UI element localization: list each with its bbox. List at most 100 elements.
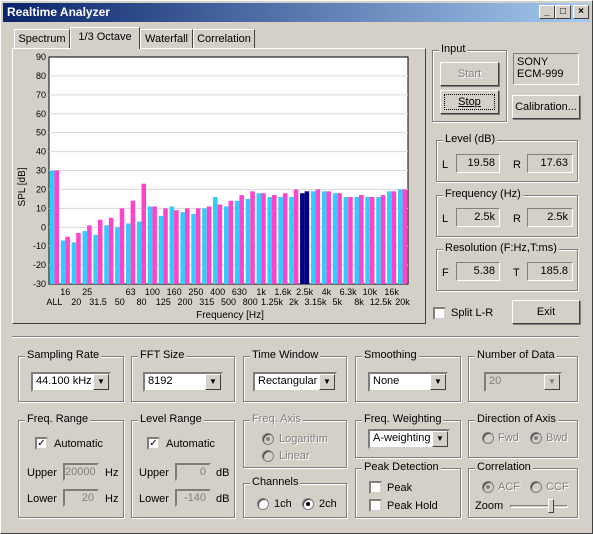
bar-l [223, 206, 229, 284]
x-tick-label: 200 [177, 297, 192, 307]
bar-r [261, 193, 266, 284]
resolution-group-label: Resolution (F:Hz,T:ms) [443, 242, 559, 254]
freq-lower-input: 20 [63, 489, 99, 507]
chevron-down-icon[interactable]: ▼ [319, 374, 335, 390]
bar-r [391, 191, 397, 284]
y-tick-label: 20 [36, 184, 46, 194]
direction-bwd-radio [530, 432, 542, 444]
channels-2ch-radio[interactable] [302, 498, 314, 510]
x-tick-label: 16k [384, 287, 399, 297]
sampling-rate-value: 44.100 kHz [36, 375, 92, 387]
frequency-l-value: 2.5k [456, 208, 500, 227]
channels-1ch-radio[interactable] [257, 498, 269, 510]
bar-r [174, 210, 179, 284]
bar-l [169, 206, 175, 284]
freq-axis-log-radio [262, 433, 274, 445]
split-lr-checkbox[interactable] [433, 307, 446, 320]
check-icon: ✓ [37, 438, 46, 449]
calibration-label: Calibration... [515, 101, 577, 113]
bar-l [289, 196, 294, 284]
exit-label: Exit [536, 306, 556, 318]
bar-l [245, 198, 251, 284]
title-bar[interactable]: Realtime Analyzer [3, 3, 590, 22]
bar-r [195, 208, 201, 284]
bar-r [87, 225, 92, 284]
bar-l [191, 214, 196, 284]
chevron-down-icon: ▼ [544, 374, 560, 390]
freq-upper-unit: Hz [105, 467, 119, 479]
bar-r [97, 219, 103, 284]
freq-range-auto-checkbox[interactable]: ✓ [35, 437, 48, 450]
x-tick-label: 80 [136, 297, 146, 307]
bar-l [343, 196, 349, 284]
x-tick-label: 31.5 [89, 297, 107, 307]
close-button[interactable]: × [573, 5, 589, 19]
zoom-slider-track[interactable] [510, 505, 568, 508]
exit-button[interactable]: Exit [512, 300, 580, 324]
time-window-select[interactable]: Rectangular ▼ [253, 372, 337, 392]
freq-upper-input: 20000 [63, 463, 99, 481]
level-group-label: Level (dB) [443, 133, 498, 145]
smoothing-select[interactable]: None ▼ [368, 372, 448, 392]
correlation-acf-radio [482, 481, 494, 493]
fft-size-select[interactable]: 8192 ▼ [143, 372, 223, 392]
peak-checkbox[interactable] [369, 481, 382, 494]
freq-axis-label: Freq. Axis [250, 413, 303, 425]
frequency-l-label: L [442, 213, 449, 225]
level-r-value: 17.63 [527, 154, 573, 173]
x-tick-label: 50 [115, 297, 125, 307]
chevron-down-icon[interactable]: ▼ [430, 374, 446, 390]
calibration-button[interactable]: Calibration... [512, 95, 580, 119]
zoom-slider-thumb[interactable] [548, 499, 554, 513]
sampling-rate-select[interactable]: 44.100 kHz ▼ [31, 372, 111, 392]
tab-correlation[interactable]: Correlation [193, 29, 255, 48]
level-l-value: 19.58 [456, 154, 500, 173]
chevron-down-icon[interactable]: ▼ [93, 374, 109, 390]
bar-l [267, 196, 273, 284]
tab-third-octave[interactable]: 1/3 Octave [70, 27, 140, 49]
tab-spectrum[interactable]: Spectrum [14, 29, 70, 48]
maximize-button[interactable]: □ [555, 5, 571, 19]
start-button[interactable]: Start [440, 62, 499, 86]
y-tick-label: 70 [36, 90, 46, 100]
bar-r [76, 232, 81, 284]
peak-hold-checkbox[interactable] [369, 499, 382, 512]
maximize-icon: □ [559, 6, 567, 17]
level-upper-unit: dB [216, 467, 230, 479]
x-tick-label: 20 [71, 297, 81, 307]
stop-button[interactable]: Stop [440, 90, 499, 114]
number-of-data-label: Number of Data [475, 349, 557, 361]
close-icon: × [578, 6, 584, 17]
freq-weighting-select[interactable]: A-weighting ▼ [368, 429, 450, 449]
smoothing-value: None [373, 375, 400, 387]
x-tick-label: 160 [167, 287, 182, 297]
input-group-label: Input [439, 43, 468, 55]
x-tick-label: 6.3k [340, 287, 358, 297]
y-tick-label: 30 [36, 166, 46, 176]
bar-l [256, 193, 262, 284]
y-tick-label: 10 [36, 203, 46, 213]
freq-lower-label: Lower [27, 493, 57, 505]
resolution-f-value: 5.38 [456, 262, 500, 281]
level-range-auto-checkbox[interactable]: ✓ [147, 437, 160, 450]
smoothing-label: Smoothing [362, 349, 419, 361]
bar-r [152, 206, 157, 284]
tab-waterfall[interactable]: Waterfall [140, 29, 193, 48]
bar-l [180, 212, 185, 284]
bar-l [71, 242, 77, 284]
correlation-label: Correlation [475, 461, 533, 473]
minimize-button[interactable]: _ [539, 5, 555, 19]
bar-l [332, 193, 338, 284]
bar-r [228, 200, 234, 284]
x-tick-label: 25 [82, 287, 92, 297]
freq-weighting-label: Freq. Weighting [362, 413, 444, 425]
freq-upper-label: Upper [27, 467, 57, 479]
level-r-label: R [513, 159, 521, 171]
chevron-down-icon[interactable]: ▼ [432, 431, 448, 447]
device-name-box: SONY ECM-999 [513, 53, 579, 85]
chevron-down-icon[interactable]: ▼ [205, 374, 221, 390]
level-upper-input: 0 [175, 463, 211, 481]
bar-r [206, 206, 212, 284]
bar-r [282, 193, 288, 284]
channels-label: Channels [250, 476, 301, 488]
